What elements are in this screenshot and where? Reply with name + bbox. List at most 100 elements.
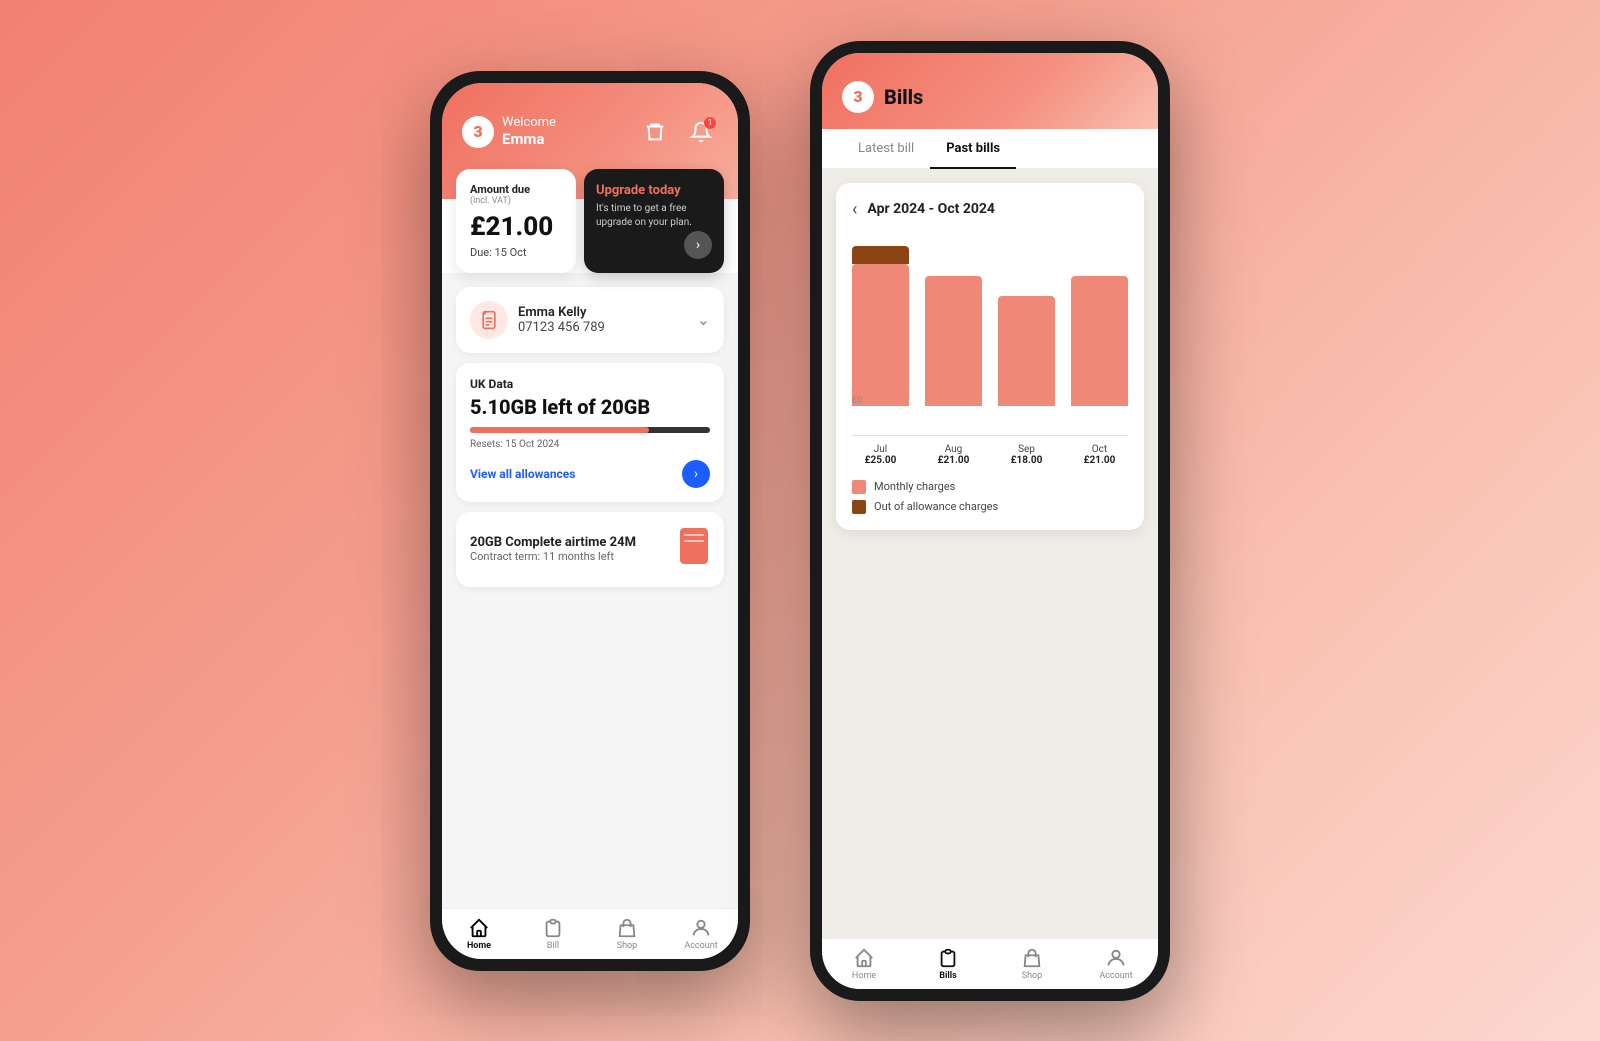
view-allowances-link[interactable]: View all allowances (470, 467, 575, 481)
x-label-jul: Jul £25.00 (852, 444, 909, 466)
chart-legend: Monthly charges Out of allowance charges (852, 480, 1128, 514)
bar-main-aug (925, 276, 982, 406)
bar-jul (852, 246, 909, 406)
legend-label-monthly: Monthly charges (874, 480, 955, 493)
three-logo-bills: 3 (842, 81, 874, 113)
legend-dot-monthly (852, 480, 866, 494)
x-amount-oct: £21.00 (1071, 455, 1128, 466)
cards-row: Amount due (incl. VAT) £21.00 Due: 15 Oc… (456, 169, 724, 273)
bills-nav-account[interactable]: Account (1074, 947, 1158, 981)
bills-nav-bills-label: Bills (939, 971, 957, 981)
welcome-text: Welcome Emma (502, 115, 556, 148)
data-label: UK Data (470, 377, 710, 391)
notif-badge: 1 (704, 117, 716, 129)
x-amount-sep: £18.00 (998, 455, 1055, 466)
nav-bill[interactable]: Bill (516, 917, 590, 951)
chart-bars: £0 (852, 236, 1128, 406)
welcome-line: Welcome (502, 115, 556, 130)
bucket-icon-btn[interactable] (638, 115, 672, 149)
x-amount-aug: £21.00 (925, 455, 982, 466)
phone-home-screen: 3 Welcome Emma (442, 83, 738, 959)
chart-date-range: Apr 2024 - Oct 2024 (867, 201, 995, 217)
data-amount: 5.10GB left of 20GB (470, 395, 710, 419)
legend-monthly: Monthly charges (852, 480, 1128, 494)
bell-icon-btn[interactable]: 1 (684, 115, 718, 149)
bar-main-jul (852, 264, 909, 406)
chart-back-btn[interactable]: ‹ (852, 199, 857, 220)
bar-aug (925, 246, 982, 406)
amount-label: Amount due (470, 183, 562, 196)
x-month-oct: Oct (1071, 444, 1128, 455)
nav-shop[interactable]: Shop (590, 917, 664, 951)
data-bar-fill (470, 427, 649, 433)
legend-dot-extra (852, 500, 866, 514)
chart-area: £0 (852, 236, 1128, 436)
sim-card[interactable]: Emma Kelly 07123 456 789 ⌄ (456, 287, 724, 353)
legend-label-extra: Out of allowance charges (874, 500, 998, 513)
plan-name: 20GB Complete airtime 24M (470, 535, 636, 550)
amount-due: Due: 15 Oct (470, 246, 562, 259)
data-bar (470, 427, 710, 433)
bills-header: 3 Bills (822, 53, 1158, 129)
legend-extra: Out of allowance charges (852, 500, 1128, 514)
bills-nav-home[interactable]: Home (822, 947, 906, 981)
x-label-oct: Oct £21.00 (1071, 444, 1128, 466)
chart-header: ‹ Apr 2024 - Oct 2024 (852, 199, 1128, 220)
upgrade-card[interactable]: Upgrade today It's time to get a free up… (584, 169, 724, 273)
bills-nav-shop-label: Shop (1022, 971, 1043, 981)
bar-main-oct (1071, 276, 1128, 406)
nav-account[interactable]: Account (664, 917, 738, 951)
bills-nav-account-label: Account (1099, 971, 1132, 981)
bar-stack-sep (998, 246, 1055, 406)
nav-bill-label: Bill (547, 941, 559, 951)
plan-term: Contract term: 11 months left (470, 550, 636, 563)
view-allowances-btn[interactable]: › (682, 460, 710, 488)
home-content: Emma Kelly 07123 456 789 ⌄ UK Data 5.10G… (442, 273, 738, 908)
upgrade-arrow[interactable]: › (684, 231, 712, 259)
plan-icon (678, 526, 710, 573)
phone-bills: 3 Bills Latest bill Past bills ‹ Apr 202… (810, 41, 1170, 1001)
bills-nav-home-label: Home (852, 971, 876, 981)
nav-home[interactable]: Home (442, 917, 516, 951)
amount-value: £21.00 (470, 212, 562, 242)
x-month-sep: Sep (998, 444, 1055, 455)
x-month-jul: Jul (852, 444, 909, 455)
nav-account-label: Account (684, 941, 717, 951)
header-icons: 1 (638, 115, 718, 149)
bills-title: Bills (884, 85, 923, 109)
bar-oct (1071, 246, 1128, 406)
sim-icon (470, 301, 508, 339)
chart-card: ‹ Apr 2024 - Oct 2024 £0 (836, 183, 1144, 530)
view-allowances-row: View all allowances › (470, 460, 710, 488)
bills-nav-shop[interactable]: Shop (990, 947, 1074, 981)
y-axis-label: £0 (852, 396, 862, 406)
nav-shop-label: Shop (617, 941, 638, 951)
amount-sublabel: (incl. VAT) (470, 196, 562, 206)
phone-home: 3 Welcome Emma (430, 71, 750, 971)
chart-baseline (852, 435, 1128, 436)
x-label-sep: Sep £18.00 (998, 444, 1055, 466)
plan-card: 20GB Complete airtime 24M Contract term:… (456, 512, 724, 587)
x-month-aug: Aug (925, 444, 982, 455)
tab-past-bills[interactable]: Past bills (930, 129, 1016, 168)
bills-nav-bills[interactable]: Bills (906, 947, 990, 981)
bar-stack-aug (925, 246, 982, 406)
bottom-nav: Home Bill Shop Account (442, 908, 738, 959)
nav-home-label: Home (467, 941, 491, 951)
upgrade-desc: It's time to get a free upgrade on your … (596, 202, 712, 230)
three-logo: 3 (462, 116, 494, 148)
amount-card[interactable]: Amount due (incl. VAT) £21.00 Due: 15 Oc… (456, 169, 576, 273)
chevron-down-icon[interactable]: ⌄ (697, 310, 710, 329)
bills-content: ‹ Apr 2024 - Oct 2024 £0 (822, 169, 1158, 938)
bar-extra-jul (852, 246, 909, 264)
data-card: UK Data 5.10GB left of 20GB Resets: 15 O… (456, 363, 724, 502)
bar-stack-jul (852, 246, 909, 406)
chart-x-labels: Jul £25.00 Aug £21.00 Sep £18.00 Oct £21… (852, 444, 1128, 466)
user-name: Emma (502, 130, 556, 148)
x-amount-jul: £25.00 (852, 455, 909, 466)
upgrade-title: Upgrade today (596, 183, 712, 198)
tab-latest-bill[interactable]: Latest bill (842, 129, 930, 168)
x-label-aug: Aug £21.00 (925, 444, 982, 466)
bills-bottom-nav: Home Bills Shop Account (822, 938, 1158, 989)
bar-sep (998, 246, 1055, 406)
